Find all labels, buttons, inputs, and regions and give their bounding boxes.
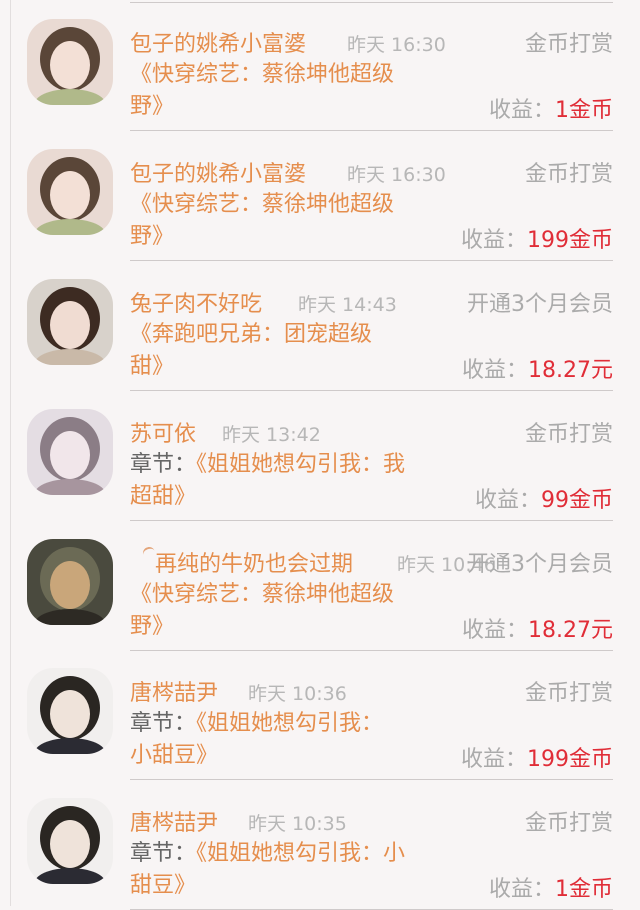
book-title-line1: 《快穿综艺：蔡徐坤他超级 bbox=[130, 62, 395, 87]
book-title-line1: 《姐姐她想勾引我： bbox=[196, 711, 384, 736]
avatar[interactable] bbox=[27, 668, 113, 754]
income-label: 收益： bbox=[474, 488, 541, 513]
avatar[interactable] bbox=[27, 798, 113, 884]
income-value: 199金币 bbox=[527, 228, 613, 253]
book-title-line2: 甜》 bbox=[130, 354, 175, 379]
income-label: 收益： bbox=[488, 98, 555, 123]
chapter-prefix: 章节： bbox=[130, 711, 197, 736]
income: 收益：199金币 bbox=[461, 741, 613, 773]
book-title-line1: 《快穿综艺：蔡徐坤他超级 bbox=[130, 192, 395, 217]
user-name[interactable]: 兔子肉不好吃 bbox=[130, 286, 262, 318]
chapter-prefix: 章节： bbox=[130, 452, 197, 477]
avatar[interactable] bbox=[27, 19, 113, 105]
record-row-1[interactable]: 包子的姚希小富婆 昨天 16:30 金币打赏 《快穿综艺：蔡徐坤他超级 野》 收… bbox=[0, 0, 640, 131]
book-title-line1: 《姐姐她想勾引我：小 bbox=[196, 841, 406, 866]
avatar-image bbox=[27, 409, 113, 495]
book-title-line2: 野》 bbox=[130, 614, 175, 639]
record-action: 金币打赏 bbox=[524, 681, 613, 706]
book-title-line1: 《姐姐她想勾引我：我 bbox=[196, 452, 406, 477]
record-row-3[interactable]: 兔子肉不好吃 昨天 14:43 开通3个月会员 《奔跑吧兄弟：团宠超级 甜》 收… bbox=[0, 260, 640, 391]
book-title-line2: 野》 bbox=[130, 94, 175, 119]
avatar[interactable] bbox=[27, 409, 113, 495]
income-label: 收益： bbox=[488, 877, 555, 902]
record-time: 昨天 10:36 bbox=[248, 683, 347, 705]
book-title[interactable]: 章节：《姐姐她想勾引我：小 甜豆》 bbox=[130, 838, 470, 902]
record-time: 昨天 10:35 bbox=[248, 813, 347, 835]
avatar-image bbox=[27, 149, 113, 235]
book-title[interactable]: 章节：《姐姐她想勾引我： 小甜豆》 bbox=[130, 708, 470, 772]
record-action: 金币打赏 bbox=[524, 32, 613, 57]
chapter-prefix: 章节： bbox=[130, 841, 197, 866]
book-title[interactable]: 《奔跑吧兄弟：团宠超级 甜》 bbox=[130, 319, 470, 383]
avatar-image bbox=[27, 279, 113, 365]
book-title-line2: 甜豆》 bbox=[130, 873, 197, 898]
income-label: 收益： bbox=[460, 747, 527, 772]
record-row-6[interactable]: 唐梣喆尹 昨天 10:36 金币打赏 章节：《姐姐她想勾引我： 小甜豆》 收益：… bbox=[0, 649, 640, 780]
book-title[interactable]: 章节：《姐姐她想勾引我：我 超甜》 bbox=[130, 449, 470, 513]
user-name[interactable]: 再纯的牛奶也会过期 bbox=[155, 546, 353, 578]
book-title[interactable]: 《快穿综艺：蔡徐坤他超级 野》 bbox=[130, 189, 470, 253]
income: 收益：18.27元 bbox=[462, 352, 613, 384]
income-label: 收益： bbox=[460, 228, 527, 253]
income: 收益：18.27元 bbox=[462, 612, 613, 644]
avatar-image bbox=[27, 798, 113, 884]
user-name[interactable]: 唐梣喆尹 bbox=[130, 675, 218, 707]
income: 收益：199金币 bbox=[461, 222, 613, 254]
income-value: 99金币 bbox=[541, 488, 613, 513]
record-time: 昨天 16:30 bbox=[347, 164, 446, 186]
record-row-5[interactable]: 再纯的牛奶也会过期 昨天 10:46 开通3个月会员 《快穿综艺：蔡徐坤他超级 … bbox=[0, 520, 640, 651]
record-row-2[interactable]: 包子的姚希小富婆 昨天 16:30 金币打赏 《快穿综艺：蔡徐坤他超级 野》 收… bbox=[0, 130, 640, 261]
income: 收益：1金币 bbox=[489, 871, 613, 903]
book-title-line1: 《快穿综艺：蔡徐坤他超级 bbox=[130, 582, 395, 607]
book-title-line1: 《奔跑吧兄弟：团宠超级 bbox=[130, 322, 373, 347]
book-title[interactable]: 《快穿综艺：蔡徐坤他超级 野》 bbox=[130, 579, 470, 643]
book-title[interactable]: 《快穿综艺：蔡徐坤他超级 野》 bbox=[130, 59, 470, 123]
avatar-image bbox=[27, 668, 113, 754]
record-time: 昨天 16:30 bbox=[347, 34, 446, 56]
record-time: 昨天 14:43 bbox=[298, 294, 397, 316]
income-value: 18.27元 bbox=[528, 618, 613, 643]
income: 收益：1金币 bbox=[489, 92, 613, 124]
income-label: 收益： bbox=[462, 618, 529, 643]
avatar[interactable] bbox=[27, 149, 113, 235]
record-time: 昨天 13:42 bbox=[222, 424, 321, 446]
avatar[interactable] bbox=[27, 279, 113, 365]
record-action: 金币打赏 bbox=[524, 811, 613, 836]
income-label: 收益： bbox=[462, 358, 529, 383]
record-action: 金币打赏 bbox=[524, 162, 613, 187]
record-row-7[interactable]: 唐梣喆尹 昨天 10:35 金币打赏 章节：《姐姐她想勾引我：小 甜豆》 收益：… bbox=[0, 779, 640, 910]
income-value: 1金币 bbox=[555, 98, 613, 123]
user-name[interactable]: 唐梣喆尹 bbox=[130, 805, 218, 837]
record-row-4[interactable]: 苏可依 昨天 13:42 金币打赏 章节：《姐姐她想勾引我：我 超甜》 收益：9… bbox=[0, 390, 640, 521]
book-title-line2: 小甜豆》 bbox=[130, 743, 219, 768]
record-action: 金币打赏 bbox=[524, 422, 613, 447]
user-name[interactable]: 包子的姚希小富婆 bbox=[130, 156, 306, 188]
book-title-line2: 超甜》 bbox=[130, 484, 197, 509]
avatar-image bbox=[27, 19, 113, 105]
record-action: 开通3个月会员 bbox=[467, 552, 613, 577]
avatar[interactable] bbox=[27, 539, 113, 625]
record-action: 开通3个月会员 bbox=[467, 292, 613, 317]
avatar-image bbox=[27, 539, 113, 625]
book-title-line2: 野》 bbox=[130, 224, 175, 249]
income-value: 199金币 bbox=[527, 747, 613, 772]
user-name[interactable]: 苏可依 bbox=[130, 416, 196, 448]
user-name[interactable]: 包子的姚希小富婆 bbox=[130, 26, 306, 58]
income: 收益：99金币 bbox=[475, 482, 613, 514]
income-value: 18.27元 bbox=[528, 358, 613, 383]
income-value: 1金币 bbox=[555, 877, 613, 902]
